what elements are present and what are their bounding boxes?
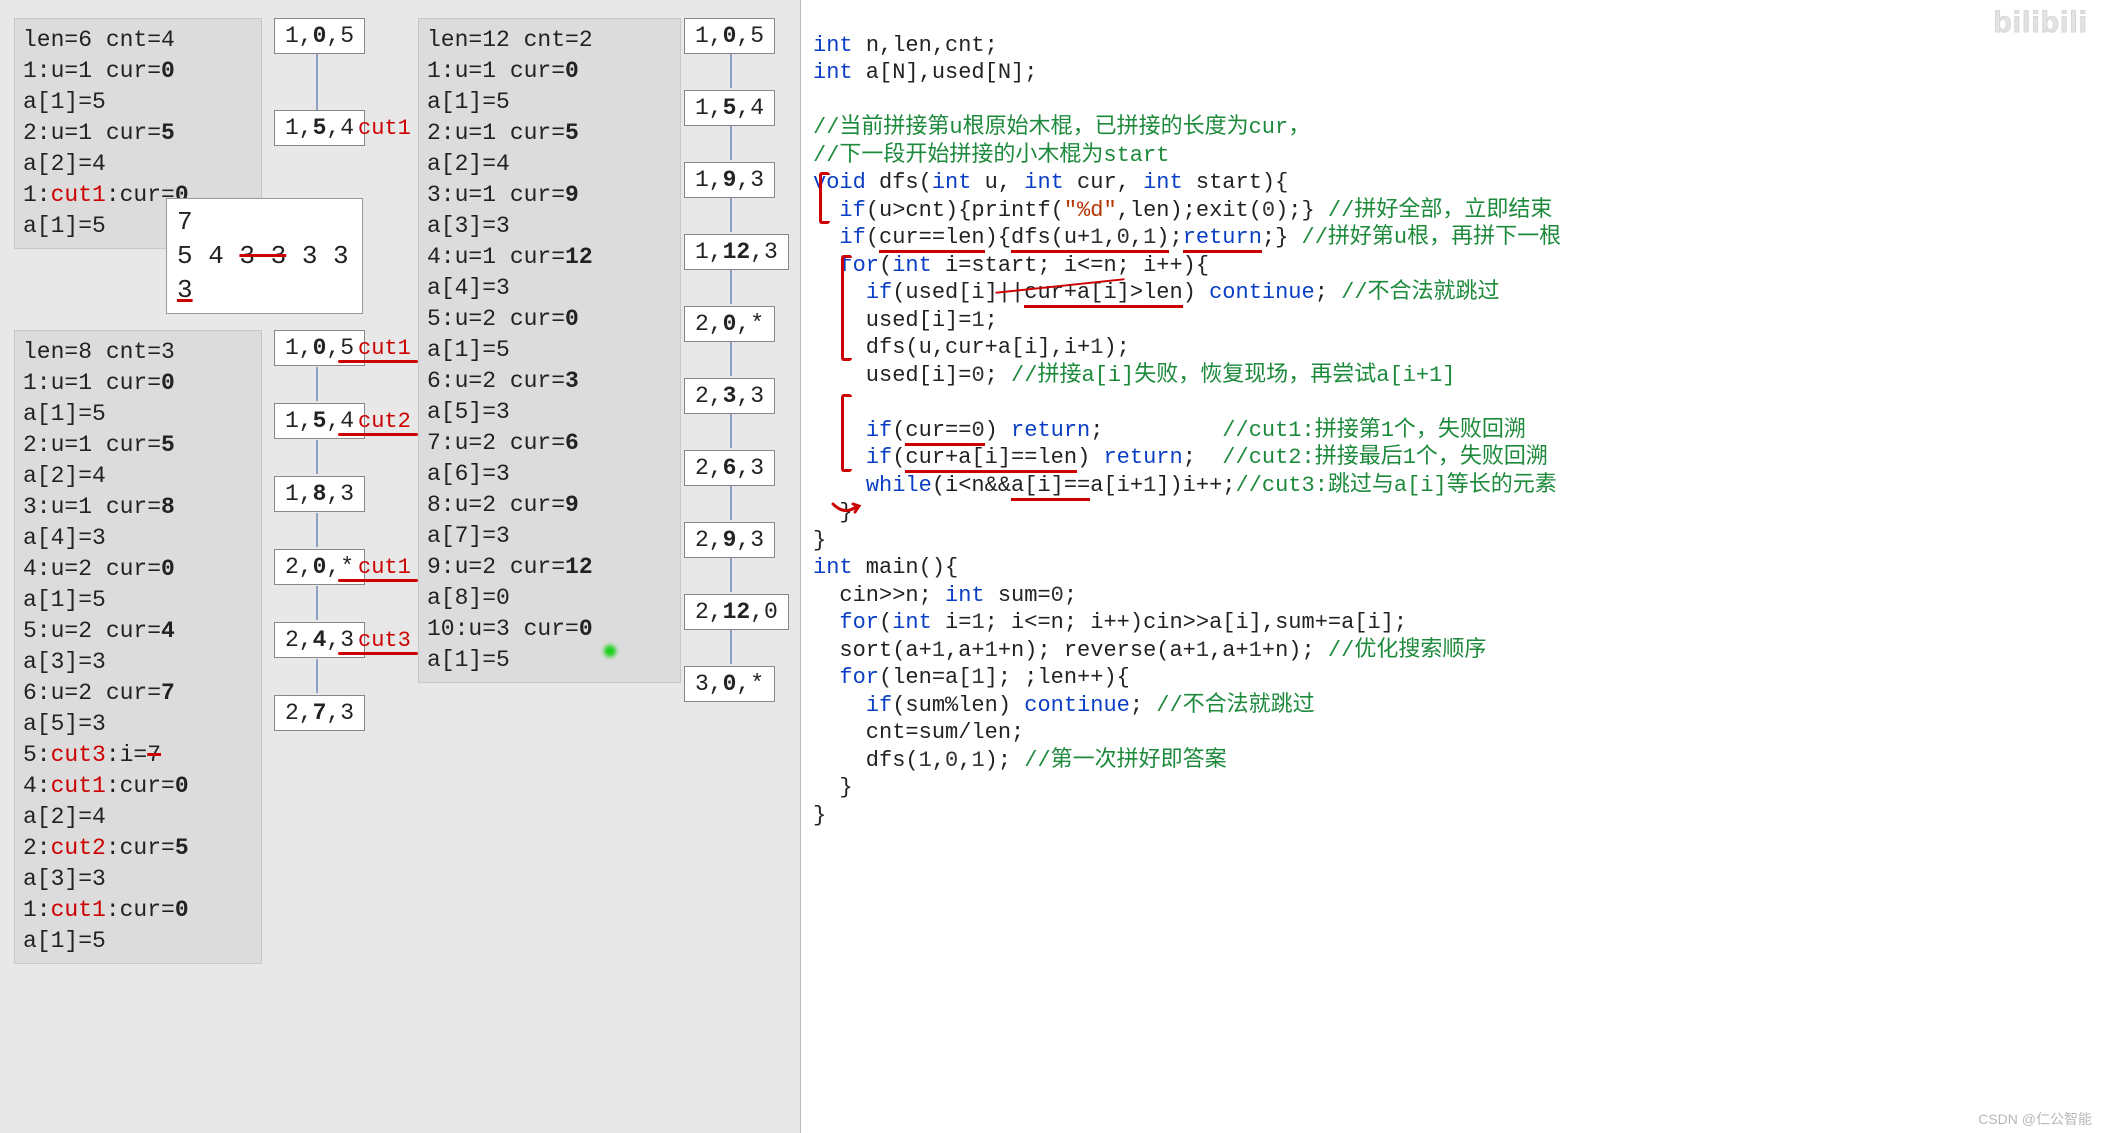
trace-line: 3:u=1 cur=9 a[3]=3 [427,180,672,242]
code-block: int int n,len,cnt;n,len,cnt; int a[N],us… [801,4,2105,857]
trace-line: 1:u=1 cur=0 a[1]=5 [23,368,253,430]
trace-line: 4:u=1 cur=12 a[4]=3 [427,242,672,304]
cursor-dot [604,645,616,657]
trace-line: 7:u=2 cur=6 a[6]=3 [427,428,672,490]
trace-line: 9:u=2 cur=12 a[8]=0 [427,552,672,614]
trace-line: 2:u=1 cur=5 a[2]=4 [23,118,253,180]
input-n: 7 [177,205,352,239]
trace-line: 6:u=2 cur=3 a[5]=3 [427,366,672,428]
cut-label: cut2 [358,409,411,434]
tree-node: 1,12,3 [684,234,789,270]
tree-node: 1,5,4 [274,110,365,146]
tree-node: 1,9,3 [684,162,775,198]
trace-line: 2:u=1 cur=5 a[2]=4 [23,430,253,492]
red-bracket [841,394,852,472]
input-array: 5 4 3 3 3 3 3 [177,239,352,307]
tree-node: 1,0,5 [274,18,365,54]
trace-line: 5:u=2 cur=4 a[3]=3 [23,616,253,678]
trace-line: 4:u=2 cur=0 a[1]=5 [23,554,253,616]
cut-label: cut1 [358,336,411,361]
logo: bilibili [1993,6,2088,40]
trace-line: 10:u=3 cur=0 a[1]=5 [427,614,672,676]
tree-node: 2,9,3 [684,522,775,558]
tree-node: 1,0,5 [684,18,775,54]
trace-line: 5:cut3:i=7 [23,740,253,771]
trace-line: 6:u=2 cur=7 a[5]=3 [23,678,253,740]
tree-node: 2,6,3 [684,450,775,486]
tree-node: 2,12,0 [684,594,789,630]
trace-line: 2:cut2:cur=5 a[3]=3 [23,833,253,895]
tree-node: 3,0,* [684,666,775,702]
tree-node: 2,7,3 [274,695,365,731]
tree-node: 2,3,3 [684,378,775,414]
red-bracket [819,172,830,224]
trace-line: 1:u=1 cur=0 a[1]=5 [23,56,253,118]
trace-header: len=8 cnt=3 [23,337,253,368]
trace-line: 8:u=2 cur=9 a[7]=3 [427,490,672,552]
trace-line: 3:u=1 cur=8 a[4]=3 [23,492,253,554]
left-pane: len=6 cnt=4 1:u=1 cur=0 a[1]=52:u=1 cur=… [0,0,790,1133]
trace-line: 2:u=1 cur=5 a[2]=4 [427,118,672,180]
red-bracket [841,255,852,361]
trace-line: 4:cut1:cur=0 a[2]=4 [23,771,253,833]
trace-header: len=12 cnt=2 [427,25,672,56]
cut-label: cut1 [358,116,411,141]
trace-line: 1:u=1 cur=0 a[1]=5 [427,56,672,118]
cut-label: cut1 [358,555,411,580]
tree-node: 1,5,4 [684,90,775,126]
tree-node: 2,0,* [684,306,775,342]
watermark: CSDN @仁公智能 [1978,1109,2092,1129]
trace-header: len=6 cnt=4 [23,25,253,56]
tree-node: 1,8,3 [274,476,365,512]
trace-box-len8: len=8 cnt=3 1:u=1 cur=0 a[1]=52:u=1 cur=… [14,330,262,964]
trace-line: 1:cut1:cur=0 a[1]=5 [23,895,253,957]
cut-label: cut3 [358,628,411,653]
code-pane: bilibili int int n,len,cnt;n,len,cnt; in… [800,0,2105,1133]
red-arrow [831,500,863,518]
input-box: 7 5 4 3 3 3 3 3 [166,198,363,314]
trace-line: 5:u=2 cur=0 a[1]=5 [427,304,672,366]
trace-box-len12: len=12 cnt=2 1:u=1 cur=0 a[1]=52:u=1 cur… [418,18,681,683]
